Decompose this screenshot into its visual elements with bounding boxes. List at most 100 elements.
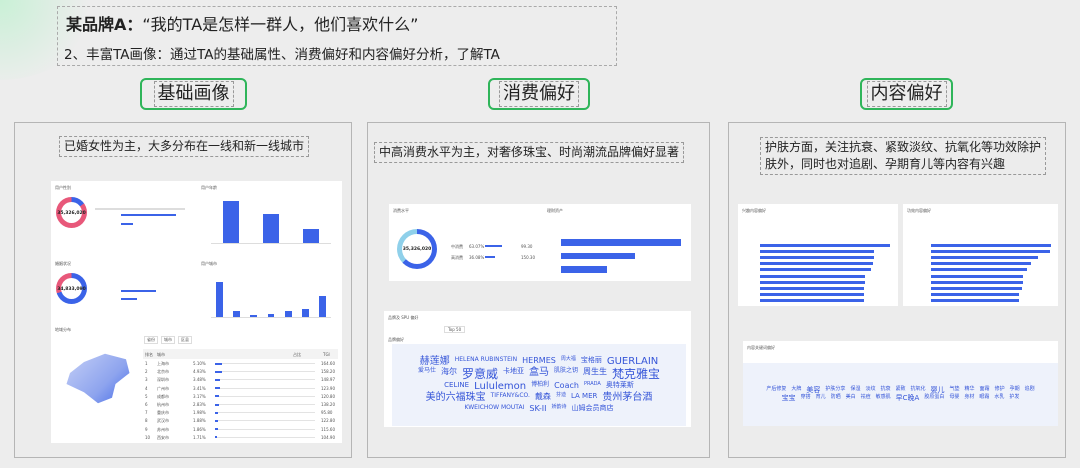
cloud-word: 大牌 [791,385,802,392]
cloud-word: 美的六福珠宝 [425,392,486,404]
cloud-word: 娇韵诗 [551,403,567,410]
bar [931,293,1019,297]
legend-value: 36.08% [469,255,485,260]
table-cell: 148.97 [321,377,335,383]
cloud-word: HELENA RUBINSTEIN [454,355,518,363]
card-title: 兴趣内容偏好 [742,208,766,213]
age-bar-chart [211,196,331,244]
bar [931,268,1027,272]
bar [301,308,309,317]
cloud-word: HERMES [522,355,556,365]
region-table: 排名 城市 占比 TGI 1 上海市 5.10% 164.60 2 北京市 4.93% 158.20 3… [143,349,338,441]
cloud-word: 胶原蛋白 [924,394,945,400]
cloud-word: 赫莲娜 [419,355,450,367]
bar [760,286,864,291]
cloud-word: 修护 [994,385,1005,392]
card-title: 品牌及 SPU 偏好 [388,315,419,320]
card-title: 理财资产 [547,208,563,213]
bar [931,243,1051,247]
table-cell: 3.41% [193,385,206,391]
cloud-word: Lululemon [474,380,527,392]
cloud-word: 美容 [806,385,821,394]
table-cell: 成都市 [157,393,169,399]
bar [931,280,1024,284]
bar [931,262,1031,266]
cloud-word: TIFFANY&CO. [490,392,530,400]
card-subtitle: 品牌偏好 [388,337,404,342]
table-cell: 138.20 [321,402,335,407]
bar [284,311,292,317]
bar [561,239,681,246]
table-cell: 5.10% [193,361,206,366]
cloud-word: 精华 [964,385,975,392]
top-filter-select[interactable]: Top 50 [444,326,466,333]
table-cell: 120.80 [321,393,335,399]
dashboard-basic: 用户性别 35,326,020 用户年龄 婚姻状况 34,833,090 用户城… [51,181,342,443]
cloud-word: GUERLAIN [606,355,659,367]
panel-basic: 已婚女性为主，大多分布在一线和新一线城市 用户性别 35,326,020 用户年… [14,122,352,458]
table-cell: 3.17% [193,393,206,399]
card-title: 功效内容偏好 [907,208,931,213]
cloud-word: 产后修复 [766,385,787,392]
legend-value: 63.07% [469,244,485,249]
table-cell: 北京市 [157,369,169,375]
table-cell: 西安市 [157,434,169,440]
bar [760,243,890,247]
cloud-word: 追剧 [1024,385,1035,392]
bar [263,213,279,243]
cloud-word: 奥特莱斯 [605,380,634,389]
bar [760,262,874,266]
section-tag-basic: 基础画像 [140,78,247,110]
cloud-word: 抗衰 [880,385,891,392]
table-cell: 重庆市 [157,410,169,416]
cloud-word: 防晒 [830,394,841,400]
bar [760,249,875,253]
cloud-word: 抗氧化 [910,385,926,392]
table-cell: 3.48% [193,377,206,383]
bar [561,252,636,260]
effect-bar-chart [931,242,1051,304]
region-tab[interactable]: 省份 [144,336,158,344]
region-tab[interactable]: 区县 [178,336,192,344]
bar [760,280,866,284]
interest-bar-chart [760,242,890,304]
bar [760,299,864,303]
keyword-word-cloud: 产后修复 大牌 美容 护肤分享 保湿 淡纹 抗衰 紧致 抗氧化 婴儿 气垫 精华 面霜 修护 孕期 追剧 宝宝穿… [743,363,1058,426]
consume-donut: 35,326,020 [397,229,437,269]
table-cell: 5 [145,393,148,399]
table-cell: 1.98% [193,410,206,416]
bar [760,268,871,272]
cloud-word: 护发 [1009,394,1020,400]
cloud-word: 贵州茅台酒 [602,392,653,404]
legend-label: 高消费 [451,255,463,260]
section-tag-content: 内容偏好 [860,78,953,110]
china-map[interactable] [66,353,130,404]
table-cell: 上海市 [157,361,169,366]
table-cell: 1.71% [193,434,206,440]
cloud-word: 芬迪 [555,392,566,399]
card-title: 用户城市 [201,261,217,266]
cloud-word: 戴森 [534,392,551,402]
card-title: 消费水平 [393,208,409,213]
table-cell: 158.20 [321,369,335,375]
cloud-word: LA MER [570,392,598,401]
bar [760,293,864,297]
table-cell: 4 [145,385,148,391]
section-tag-consume: 消费偏好 [488,78,590,110]
cloud-word: 祛痘 [860,394,871,400]
column-header: 城市 [157,352,165,357]
region-tab[interactable]: 城市 [161,336,175,344]
legend-tgi: 99.30 [521,244,533,249]
table-cell: 7 [145,410,148,416]
bar [233,310,241,317]
page-subtitle: 2、丰富TA画像：通过TA的基础属性、消费偏好和内容偏好分析，了解TA [64,47,500,63]
panel-note: 已婚女性为主，大多分布在一线和新一线城市 [59,136,310,157]
brand-word-cloud: 赫莲娜 HELENA RUBINSTEIN HERMES 周大福 宝格丽 GUERLAIN… [392,344,686,426]
table-cell: 苏州市 [157,426,169,432]
card-title: 婚姻状况 [55,261,71,266]
table-cell: 杭州市 [157,402,169,407]
legend-label: 中消费 [451,244,463,249]
table-cell: 6 [145,402,148,407]
panel-note: 护肤方面，关注抗衰、紧致淡纹、抗氧化等功效除护肤外，同时也对追剧、孕期育儿等内容… [760,137,1046,175]
cloud-word: 气垫 [949,385,960,392]
